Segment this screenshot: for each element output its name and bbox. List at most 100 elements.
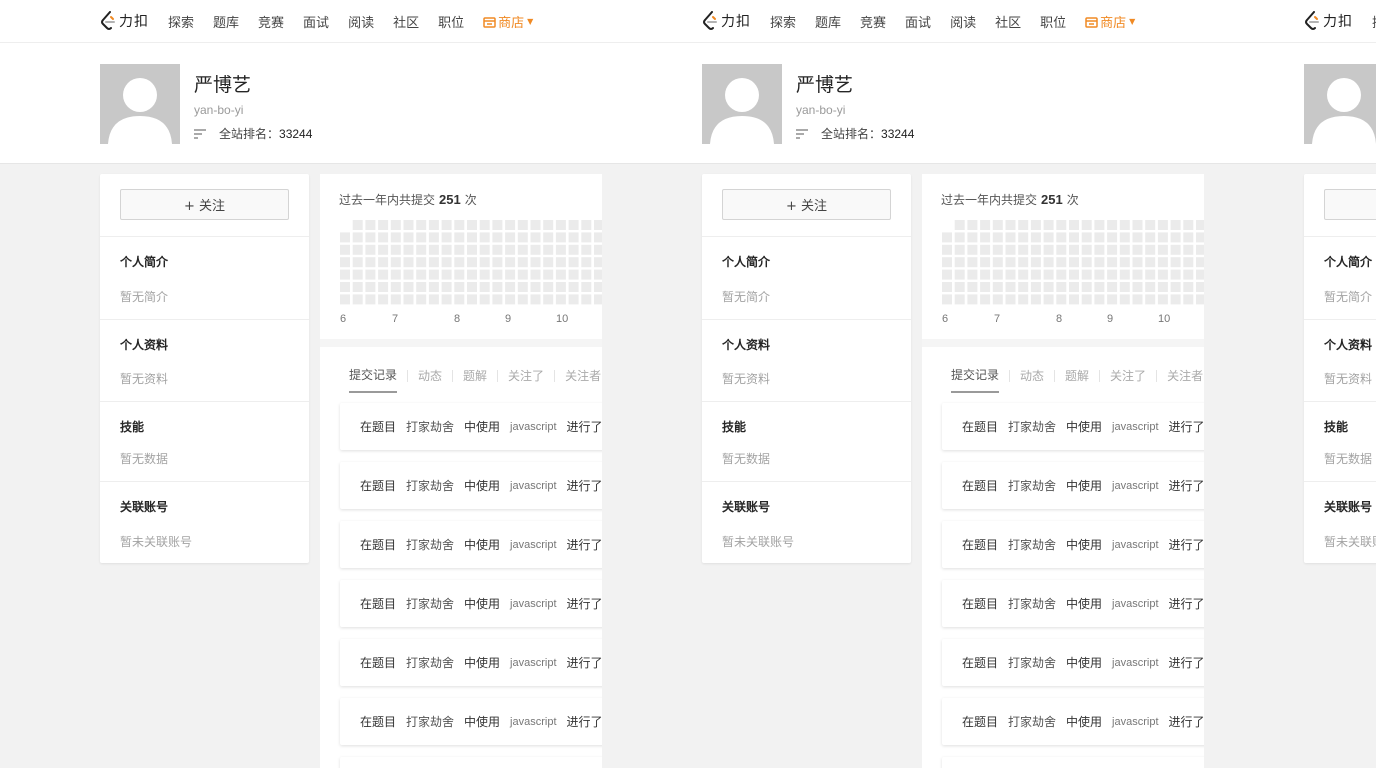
problem-link[interactable]: 打家劫舍 (406, 536, 454, 553)
heatmap-cell (581, 220, 592, 230)
section-body: 暂无简介 (722, 290, 771, 304)
heatmap-cell (1005, 257, 1016, 268)
heatmap-cell (992, 294, 1003, 305)
heatmap-cell (1183, 282, 1194, 292)
nav-item-contest[interactable]: 竞赛 (860, 12, 886, 31)
feed-text: 进行了 (566, 538, 602, 552)
follow-button[interactable]: + 关注 (1324, 189, 1376, 220)
logo[interactable]: 力扣 (702, 11, 751, 31)
month-label: 10 (556, 313, 569, 325)
tab-following[interactable]: 关注了 (508, 367, 544, 392)
nav-item-problems[interactable]: 题库 (815, 12, 841, 31)
follow-button[interactable]: + 关注 (120, 189, 289, 220)
feed-row[interactable]: 在题目 打家劫舍 中使用 javascript 进行了 (942, 698, 1204, 745)
tab-activity[interactable]: 动态 (1020, 367, 1044, 392)
nav-item-read[interactable]: 阅读 (348, 12, 374, 31)
problem-link[interactable]: 打家劫舍 (1008, 477, 1056, 494)
nav-item-contest[interactable]: 竞赛 (258, 12, 284, 31)
nav-item-store[interactable]: 商店 ▼ (483, 12, 533, 31)
problem-link[interactable]: 打家劫舍 (406, 713, 454, 730)
heatmap-cell (1005, 269, 1016, 280)
heatmap-cell (1005, 232, 1016, 243)
nav-item-community[interactable]: 社区 (995, 12, 1021, 31)
problem-link[interactable]: 打家劫舍 (1008, 595, 1056, 612)
feed-row[interactable]: 在题目 打家劫舍 中使用 javascript 进行了 (942, 580, 1204, 627)
problem-link[interactable]: 打家劫舍 (1008, 536, 1056, 553)
tab-followers[interactable]: 关注者 (1167, 367, 1203, 392)
tab-submissions[interactable]: 提交记录 (349, 366, 398, 393)
logo[interactable]: 力扣 (1304, 11, 1353, 31)
nav-item-interview[interactable]: 面试 (303, 12, 329, 31)
feed-row[interactable] (942, 757, 1204, 768)
profile-page: 力扣 探索 题库 竞赛 面试 阅读 社区 职位 商店 ▼ (0, 0, 602, 768)
feed-text: 中使用 (1066, 656, 1103, 670)
nav-item-explore[interactable]: 探索 (1372, 12, 1376, 31)
feed-row[interactable]: 在题目 打家劫舍 中使用 javascript 进行了 (340, 462, 602, 509)
problem-link[interactable]: 打家劫舍 (406, 477, 454, 494)
avatar[interactable] (1304, 64, 1376, 144)
problem-link[interactable]: 打家劫舍 (406, 654, 454, 671)
feed-text: 进行了 (1168, 597, 1204, 611)
heatmap-cell (403, 244, 414, 255)
feed-row[interactable]: 在题目 打家劫舍 中使用 javascript 进行了 (340, 521, 602, 568)
nav-item-explore[interactable]: 探索 (770, 12, 796, 31)
nav-item-store[interactable]: 商店 ▼ (1085, 12, 1135, 31)
feed-text: 在题目 (360, 420, 397, 434)
heatmap-cell (441, 232, 452, 243)
feed-text: 进行了 (566, 420, 602, 434)
avatar[interactable] (100, 64, 180, 144)
problem-link[interactable]: 打家劫舍 (1008, 418, 1056, 435)
nav-item-read[interactable]: 阅读 (950, 12, 976, 31)
section-body: 暂无资料 (722, 372, 771, 386)
feed-row[interactable]: 在题目 打家劫舍 中使用 javascript 进行了 (942, 521, 1204, 568)
tab-solutions[interactable]: 题解 (1065, 367, 1089, 392)
follow-button[interactable]: + 关注 (722, 189, 891, 220)
nav-item-explore[interactable]: 探索 (168, 12, 194, 31)
feed-text: 中使用 (464, 715, 501, 729)
nav-item-community[interactable]: 社区 (393, 12, 419, 31)
heatmap-cell (954, 282, 965, 292)
feed-text: 中使用 (1066, 597, 1103, 611)
store-label: 商店 (498, 16, 525, 31)
section-title: 关联账号 (722, 500, 771, 514)
avatar[interactable] (702, 64, 782, 144)
problem-link[interactable]: 打家劫舍 (1008, 713, 1056, 730)
nav-item-jobs[interactable]: 职位 (438, 12, 464, 31)
feed-row[interactable]: 在题目 打家劫舍 中使用 javascript 进行了 (942, 462, 1204, 509)
heatmap-cell (1069, 282, 1079, 292)
nav-item-interview[interactable]: 面试 (905, 12, 931, 31)
feed-row[interactable]: 在题目 打家劫舍 中使用 javascript 进行了 (340, 403, 602, 450)
feed-row[interactable]: 在题目 打家劫舍 中使用 javascript 进行了 (340, 580, 602, 627)
language-tag: javascript (510, 479, 557, 492)
tab-following[interactable]: 关注了 (1110, 367, 1146, 392)
feed-row[interactable]: 在题目 打家劫舍 中使用 javascript 进行了 (942, 639, 1204, 686)
feed-row[interactable]: 在题目 打家劫舍 中使用 javascript 进行了 (942, 403, 1204, 450)
feed-text: 在题目 (962, 656, 999, 670)
heatmap-cell (992, 257, 1003, 268)
tab-followers[interactable]: 关注者 (565, 367, 601, 392)
heatmap-cell (942, 269, 952, 280)
heatmap-cell (454, 294, 465, 305)
problem-link[interactable]: 打家劫舍 (406, 595, 454, 612)
heatmap-cell (594, 220, 602, 230)
tab-submissions[interactable]: 提交记录 (951, 366, 1000, 393)
feed-row[interactable] (340, 757, 602, 768)
feed-row[interactable]: 在题目 打家劫舍 中使用 javascript 进行了 (340, 698, 602, 745)
heatmap-cell (1119, 220, 1130, 230)
logo[interactable]: 力扣 (100, 11, 149, 31)
heatmap-cell (454, 220, 465, 230)
tab-activity[interactable]: 动态 (418, 367, 442, 392)
tab-solutions[interactable]: 题解 (463, 367, 487, 392)
heatmap-cell (594, 232, 602, 243)
heatmap-cell (492, 220, 503, 230)
problem-link[interactable]: 打家劫舍 (1008, 654, 1056, 671)
section-bio: 个人简介 暂无简介 (1304, 236, 1376, 319)
section-body: 暂无数据 (120, 452, 169, 466)
heatmap-cell (428, 220, 439, 230)
nav-item-problems[interactable]: 题库 (213, 12, 239, 31)
heatmap-cell (980, 244, 991, 255)
problem-link[interactable]: 打家劫舍 (406, 418, 454, 435)
nav-item-jobs[interactable]: 职位 (1040, 12, 1066, 31)
feed-row[interactable]: 在题目 打家劫舍 中使用 javascript 进行了 (340, 639, 602, 686)
heatmap-cell (479, 282, 490, 292)
